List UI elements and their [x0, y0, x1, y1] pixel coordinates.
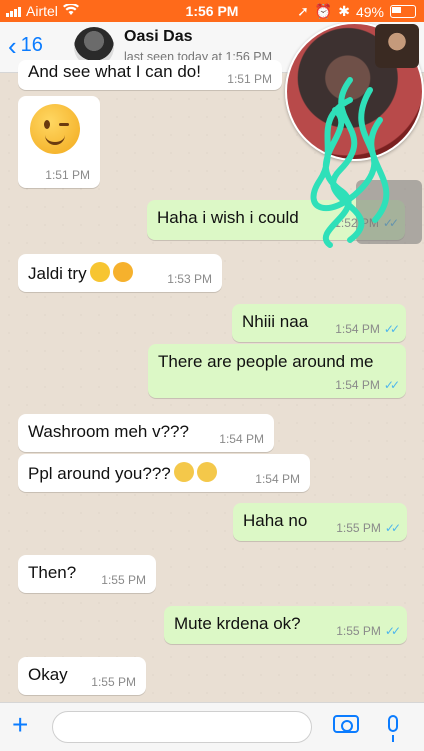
- unread-count: 16: [20, 34, 43, 56]
- message-text: Haha no: [243, 511, 308, 530]
- microphone-icon[interactable]: [388, 715, 398, 742]
- message-time: 1:55 PM: [101, 573, 146, 587]
- message-text: Washroom meh v???: [28, 422, 189, 441]
- message-text: Haha i wish i could: [157, 208, 299, 227]
- contact-name[interactable]: Oasi Das: [124, 28, 192, 46]
- read-ticks-icon: ✓✓: [383, 322, 400, 336]
- read-ticks-icon: ✓✓: [383, 378, 400, 392]
- status-bar: Airtel 1:56 PM ➚ ⏰ ✱ 49%: [0, 0, 424, 22]
- bluetooth-icon: ✱: [338, 3, 350, 19]
- camera-icon[interactable]: [333, 715, 359, 733]
- message-time: 1:53 PM: [167, 272, 212, 286]
- message-bubble-outgoing[interactable]: Haha no 1:55 PM ✓✓: [233, 503, 407, 541]
- read-ticks-icon: ✓✓: [384, 624, 401, 638]
- wink-emoji-icon: [30, 104, 80, 154]
- message-text: Nhiii naa: [242, 312, 309, 331]
- message-time: 1:55 PM: [336, 624, 381, 638]
- plus-icon[interactable]: +: [12, 711, 28, 739]
- message-bubble-incoming[interactable]: Washroom meh v??? 1:54 PM: [18, 414, 274, 452]
- message-time: 1:54 PM: [335, 322, 380, 336]
- message-bubble-incoming[interactable]: 1:51 PM: [18, 96, 100, 188]
- message-time: 1:55 PM: [91, 675, 136, 689]
- message-time: 1:54 PM: [335, 378, 380, 392]
- compose-bar: +: [0, 702, 424, 751]
- message-time: 1:51 PM: [227, 72, 272, 86]
- message-bubble-incoming[interactable]: Jaldi try 1:53 PM: [18, 254, 222, 292]
- wink-emoji-icon: [89, 262, 110, 282]
- message-bubble-outgoing[interactable]: There are people around me 1:54 PM ✓✓: [148, 344, 406, 398]
- message-text: Ppl around you???: [28, 464, 171, 483]
- message-text: There are people around me: [158, 352, 374, 371]
- battery-icon: [390, 5, 416, 18]
- message-bubble-incoming[interactable]: Then? 1:55 PM: [18, 555, 156, 593]
- message-time: 1:55 PM: [336, 521, 381, 535]
- eye-roll-emoji-icon: [196, 462, 217, 482]
- back-button[interactable]: ‹ 16: [8, 30, 43, 61]
- message-text: And see what I can do!: [28, 62, 201, 81]
- message-bubble-outgoing[interactable]: Nhiii naa 1:54 PM ✓✓: [232, 304, 406, 342]
- location-icon: ➚: [297, 3, 309, 19]
- message-bubble-incoming[interactable]: And see what I can do! 1:51 PM: [18, 60, 282, 90]
- scribble-overlay: [310, 77, 390, 248]
- kissing-emoji-icon: [112, 262, 133, 282]
- message-text: Then?: [28, 563, 77, 582]
- message-time: 1:54 PM: [255, 472, 300, 486]
- message-bubble-incoming[interactable]: Ppl around you??? 1:54 PM: [18, 454, 310, 492]
- message-bubble-outgoing[interactable]: Mute krdena ok? 1:55 PM ✓✓: [164, 606, 407, 644]
- alarm-icon: ⏰: [314, 3, 333, 19]
- message-text: Mute krdena ok?: [174, 614, 301, 633]
- back-chevron-icon: ‹: [8, 30, 17, 61]
- eye-roll-emoji-icon: [173, 462, 194, 482]
- message-text: Okay: [28, 665, 68, 684]
- message-time: 1:51 PM: [45, 168, 90, 182]
- message-input[interactable]: [52, 711, 312, 743]
- battery-percent: 49%: [355, 3, 384, 20]
- message-text: Jaldi try: [28, 264, 87, 283]
- read-ticks-icon: ✓✓: [384, 521, 401, 535]
- message-time: 1:54 PM: [219, 432, 264, 446]
- message-bubble-incoming[interactable]: Okay 1:55 PM: [18, 657, 146, 695]
